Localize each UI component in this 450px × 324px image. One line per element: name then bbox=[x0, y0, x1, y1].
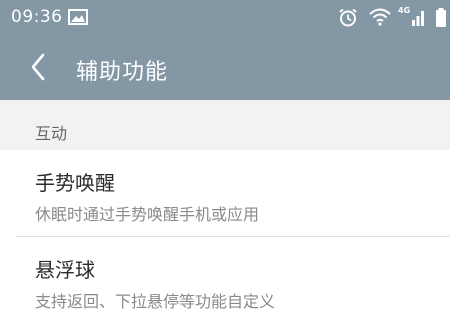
list-item-floating-ball[interactable]: 悬浮球 支持返回、下拉悬停等功能自定义 bbox=[0, 237, 450, 324]
image-icon bbox=[68, 9, 88, 29]
alarm-icon bbox=[338, 8, 358, 31]
chevron-left-icon bbox=[31, 53, 45, 81]
signal-icon: 4G bbox=[398, 6, 426, 28]
page-title: 辅助功能 bbox=[76, 60, 169, 85]
title-bar: 辅助功能 bbox=[0, 34, 450, 100]
list-item-title: 悬浮球 bbox=[35, 258, 95, 282]
back-button[interactable] bbox=[22, 50, 54, 84]
list-item-subtitle: 休眠时通过手势唤醒手机或应用 bbox=[35, 205, 260, 224]
list-item-gesture-wake[interactable]: 手势唤醒 休眠时通过手势唤醒手机或应用 bbox=[0, 150, 450, 237]
status-time: 09:36 bbox=[11, 7, 63, 27]
status-bar: 09:36 4G bbox=[0, 0, 450, 34]
battery-icon bbox=[435, 8, 447, 32]
wifi-icon bbox=[369, 8, 391, 30]
section-header: 互动 bbox=[0, 100, 450, 150]
list-item-subtitle: 支持返回、下拉悬停等功能自定义 bbox=[35, 292, 276, 311]
section-header-label: 互动 bbox=[35, 124, 68, 143]
list-item-title: 手势唤醒 bbox=[35, 171, 115, 195]
settings-list: 互动 手势唤醒 休眠时通过手势唤醒手机或应用 悬浮球 支持返回、下拉悬停等功能自… bbox=[0, 100, 450, 324]
